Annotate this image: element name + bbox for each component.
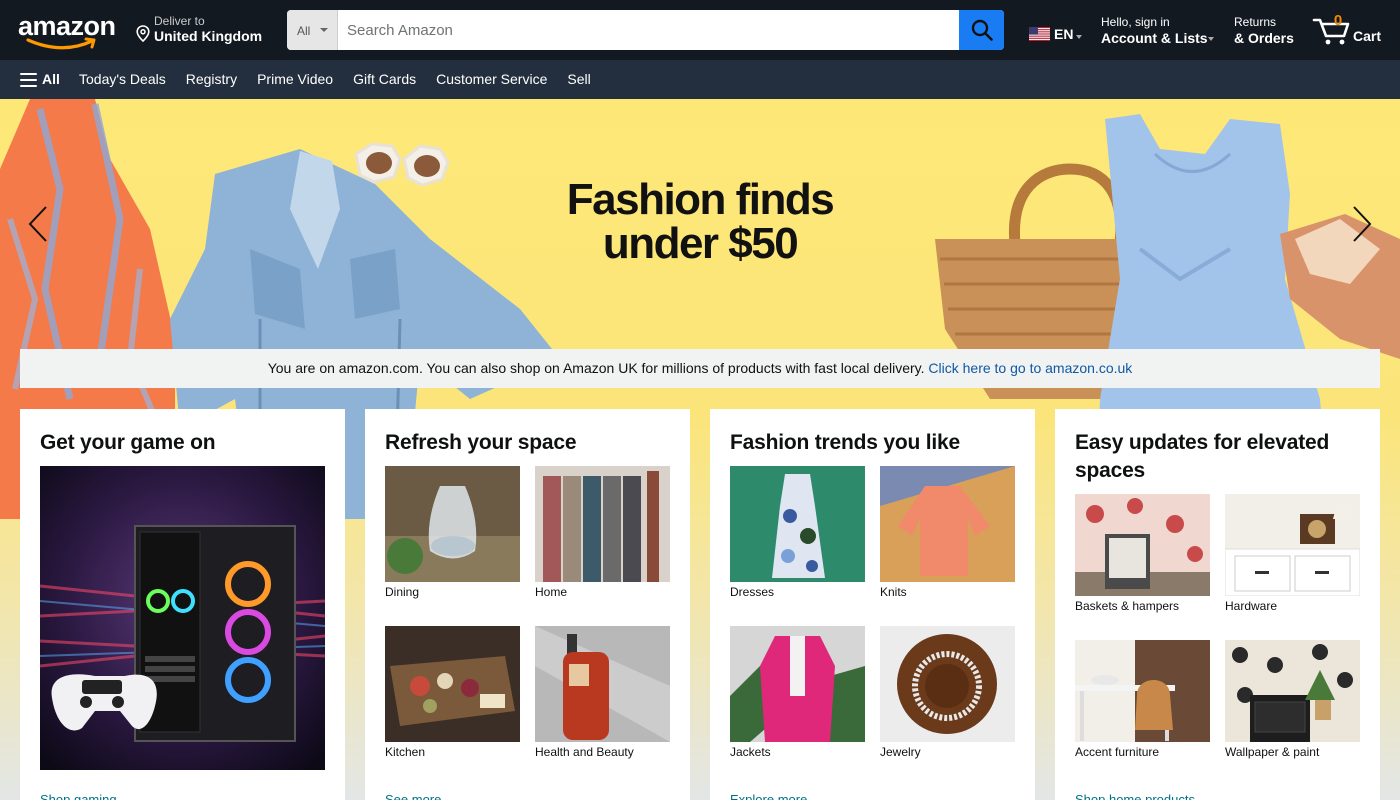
tile-caption: Accent furniture [1075, 745, 1160, 759]
account-lists-label: Account & Lists [1101, 30, 1208, 46]
nav-all-label: All [42, 71, 60, 87]
card-fashion-trends: Fashion trends you like Dresses Knits Ja… [710, 409, 1035, 800]
search-category-label: All [297, 24, 311, 38]
tile-caption: Home [535, 585, 568, 599]
see-more-link[interactable]: See more [385, 792, 441, 800]
account-greeting: Hello, sign in [1101, 15, 1170, 29]
tile-caption: Kitchen [385, 745, 426, 759]
nav-item-todays-deals[interactable]: Today's Deals [79, 71, 166, 87]
hero-title-line2: under $50 [602, 219, 799, 268]
card-easy-updates: Easy updates for elevated spaces Baskets… [1055, 409, 1380, 800]
baskets-hampers-image [1075, 494, 1210, 596]
nav-item-registry[interactable]: Registry [186, 71, 237, 87]
accent-furniture-image [1075, 640, 1210, 742]
orders-label: & Orders [1234, 30, 1294, 46]
tile-caption: Jewelry [880, 745, 921, 759]
us-flag-icon [1029, 27, 1050, 41]
go-to-uk-link[interactable]: Click here to go to amazon.co.uk [928, 360, 1132, 376]
tile-caption: Knits [880, 585, 907, 599]
account-menu[interactable]: Hello, sign in Account & Lists [1101, 15, 1216, 49]
tile-caption: Dining [385, 585, 420, 599]
nav-item-gift-cards[interactable]: Gift Cards [353, 71, 416, 87]
card-title: Easy updates for elevated spaces [1075, 431, 1330, 482]
shop-home-products-link[interactable]: Shop home products [1075, 792, 1195, 800]
tile-hardware[interactable]: Hardware [1225, 494, 1360, 613]
card-title: Get your game on [40, 431, 216, 454]
shop-gaming-link[interactable]: Shop gaming [40, 792, 117, 800]
tile-caption: Baskets & hampers [1075, 599, 1180, 613]
chevron-left-icon[interactable] [26, 204, 50, 244]
returns-orders[interactable]: Returns & Orders [1234, 15, 1300, 49]
tile-baskets-hampers[interactable]: Baskets & hampers [1075, 494, 1210, 613]
wallpaper-paint-image [1225, 640, 1360, 742]
locale-notice-text: You are on amazon.com. You can also shop… [267, 360, 929, 376]
tile-caption: Jackets [730, 745, 771, 759]
tile-jackets[interactable]: Jackets [730, 626, 865, 759]
language-code: EN [1054, 26, 1074, 42]
logo-smile-icon [26, 37, 96, 50]
dresses-image [730, 466, 865, 582]
nav-item-prime-video[interactable]: Prime Video [257, 71, 333, 87]
search-input[interactable] [338, 10, 959, 50]
tile-caption: Wallpaper & paint [1225, 745, 1320, 759]
hero-title: Fashion finds under $50 [540, 178, 860, 266]
chevron-right-icon[interactable] [1350, 204, 1374, 244]
tile-dining[interactable]: Dining [385, 466, 520, 599]
chevron-down-icon [1076, 35, 1082, 39]
gaming-pc-illustration [40, 466, 325, 770]
tile-caption: Health and Beauty [535, 745, 634, 759]
search-bar: All [287, 10, 1004, 50]
location-pin-icon [136, 25, 150, 42]
tile-kitchen[interactable]: Kitchen [385, 626, 520, 759]
chevron-down-icon [1208, 37, 1214, 41]
nav-item-sell[interactable]: Sell [567, 71, 590, 87]
tile-knits[interactable]: Knits [880, 466, 1015, 599]
cart-label: Cart [1353, 28, 1382, 44]
tile-wallpaper-paint[interactable]: Wallpaper & paint [1225, 640, 1360, 759]
explore-more-link[interactable]: Explore more [730, 792, 807, 800]
knits-image [880, 466, 1015, 582]
deliver-location: United Kingdom [154, 28, 263, 44]
jackets-image [730, 626, 865, 742]
language-selector[interactable]: EN [1029, 24, 1089, 44]
tile-accent-furniture[interactable]: Accent furniture [1075, 640, 1210, 759]
nav-item-customer-service[interactable]: Customer Service [436, 71, 547, 87]
tile-caption: Hardware [1225, 599, 1278, 613]
cart-count: 0 [1333, 12, 1343, 29]
returns-label: Returns [1234, 15, 1277, 29]
search-category-select[interactable]: All [287, 10, 338, 50]
deliver-to[interactable]: Deliver to United Kingdom [135, 14, 270, 48]
card-title: Refresh your space [385, 431, 577, 454]
kitchen-image [385, 626, 520, 742]
search-button[interactable] [959, 10, 1004, 50]
jewelry-image [880, 626, 1015, 742]
card-title: Fashion trends you like [730, 431, 960, 454]
nav-links: Today's Deals Registry Prime Video Gift … [79, 71, 611, 87]
chevron-down-icon [320, 28, 328, 32]
locale-notice: You are on amazon.com. You can also shop… [20, 349, 1380, 388]
nav-bar: All Today's Deals Registry Prime Video G… [0, 60, 1400, 99]
tile-dresses[interactable]: Dresses [730, 466, 865, 599]
hamburger-icon [20, 73, 37, 87]
search-icon [971, 19, 993, 41]
dining-image [385, 466, 520, 582]
card-gaming: Get your game on Shop gaming [20, 409, 345, 800]
cart-button[interactable]: 0 Cart [1312, 12, 1387, 50]
tile-jewelry[interactable]: Jewelry [880, 626, 1015, 759]
tile-health-beauty[interactable]: Health and Beauty [535, 626, 670, 759]
top-header: amazon Deliver to United Kingdom All Sea… [0, 0, 1400, 60]
hero-title-line1: Fashion finds [566, 175, 835, 224]
home-image [535, 466, 670, 582]
health-beauty-image [535, 626, 670, 742]
card-refresh-space: Refresh your space Dining Home Kitchen H… [365, 409, 690, 800]
deliver-label: Deliver to [154, 14, 205, 28]
tile-caption: Dresses [730, 585, 775, 599]
amazon-logo[interactable]: amazon [18, 11, 118, 51]
tile-home[interactable]: Home [535, 466, 670, 599]
gaming-pc-image[interactable] [40, 466, 325, 770]
hardware-image [1225, 494, 1360, 596]
